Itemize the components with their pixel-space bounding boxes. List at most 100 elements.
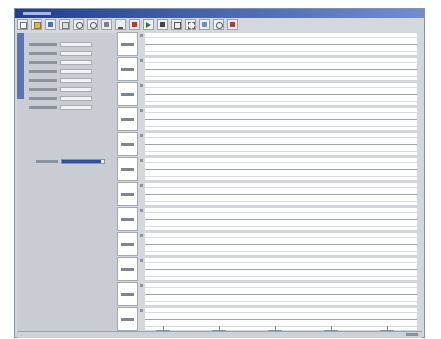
toolbar-button-9[interactable] [129, 19, 140, 30]
toolbar-button-1[interactable] [17, 19, 28, 30]
channel-row-1 [117, 32, 417, 57]
trace-line-4 [145, 119, 417, 120]
trace-line-8 [145, 219, 417, 220]
toolbar-button-8[interactable] [115, 19, 126, 30]
trace-line-1 [145, 44, 417, 45]
trace-soft-line-4 [145, 76, 417, 77]
parameter-label-7 [29, 97, 57, 100]
setting-label [36, 160, 58, 163]
scale-placeholder [140, 84, 143, 87]
zoom-in-icon [76, 22, 83, 29]
parameter-value-1 [60, 42, 92, 47]
channel-label-8[interactable] [117, 207, 138, 231]
channel-label-placeholder [121, 43, 134, 46]
trace-soft-line-18 [145, 251, 417, 252]
trace-line-9 [145, 244, 417, 245]
trace-soft-line-22 [145, 301, 417, 302]
parameter-label-5 [29, 79, 57, 82]
measure-icon [118, 22, 123, 29]
main-toolbar [17, 19, 422, 31]
trace-9[interactable] [145, 232, 417, 256]
channel-label-4[interactable] [117, 107, 138, 131]
left-panel [17, 33, 117, 335]
trace-soft-line-19 [145, 262, 417, 263]
channel-label-placeholder [121, 118, 134, 121]
channel-label-12[interactable] [117, 307, 138, 331]
trace-11[interactable] [145, 282, 417, 306]
toolbar-button-11[interactable] [157, 19, 168, 30]
channel-label-placeholder [121, 318, 134, 321]
parameter-value-5 [60, 78, 92, 83]
stop-icon [160, 22, 165, 27]
trace-soft-line-15 [145, 212, 417, 213]
trace-3[interactable] [145, 82, 417, 106]
channel-label-placeholder [121, 218, 134, 221]
toolbar-button-6[interactable] [87, 19, 98, 30]
toolbar-button-14[interactable] [199, 19, 210, 30]
trace-6[interactable] [145, 157, 417, 181]
channel-label-6[interactable] [117, 157, 138, 181]
parameter-value-8 [60, 105, 92, 110]
channel-label-11[interactable] [117, 282, 138, 306]
scale-placeholder [140, 34, 143, 37]
parameter-label-3 [29, 61, 57, 64]
trace-7[interactable] [145, 182, 417, 206]
scale-placeholder [140, 284, 143, 287]
parameter-value-2 [60, 51, 92, 56]
setting-slider[interactable] [61, 159, 105, 164]
channel-label-3[interactable] [117, 82, 138, 106]
trace-8[interactable] [145, 207, 417, 231]
trace-soft-line-2 [145, 51, 417, 52]
scale-placeholder [140, 109, 143, 112]
parameter-label-2 [29, 52, 57, 55]
side-tab[interactable] [17, 33, 24, 99]
toolbar-button-5[interactable] [73, 19, 84, 30]
channel-label-7[interactable] [117, 182, 138, 206]
trace-10[interactable] [145, 257, 417, 281]
trace-soft-line-6 [145, 101, 417, 102]
open-icon [34, 22, 41, 29]
toolbar-button-7[interactable] [101, 19, 112, 30]
trace-5[interactable] [145, 132, 417, 156]
channel-label-5[interactable] [117, 132, 138, 156]
channel-row-11 [117, 282, 417, 307]
window-titlebar[interactable] [15, 9, 424, 18]
trace-line-12 [145, 319, 417, 320]
trace-line-7 [145, 194, 417, 195]
toolbar-button-4[interactable] [59, 19, 70, 30]
trace-line-2 [145, 69, 417, 70]
trace-soft-line-16 [145, 226, 417, 227]
toolbar-button-16[interactable] [227, 19, 238, 30]
trace-2[interactable] [145, 57, 417, 81]
trace-soft-line-5 [145, 87, 417, 88]
trace-1[interactable] [145, 32, 417, 56]
toolbar-button-3[interactable] [45, 19, 56, 30]
channel-label-9[interactable] [117, 232, 138, 256]
parameter-label-1 [29, 43, 57, 46]
channel-label-1[interactable] [117, 32, 138, 56]
channel-label-placeholder [121, 168, 134, 171]
trace-4[interactable] [145, 107, 417, 131]
channel-row-4 [117, 107, 417, 132]
settings-icon [174, 22, 181, 29]
toolbar-button-12[interactable] [171, 19, 182, 30]
toolbar-button-10[interactable] [143, 19, 154, 30]
parameter-label-6 [29, 88, 57, 91]
scale-placeholder [140, 184, 143, 187]
channel-label-2[interactable] [117, 57, 138, 81]
help-icon [216, 22, 223, 29]
app-window [14, 8, 425, 338]
channel-row-3 [117, 82, 417, 107]
channel-label-placeholder [121, 143, 134, 146]
play-icon [146, 22, 151, 28]
trace-soft-line-14 [145, 201, 417, 202]
export-icon [202, 22, 207, 27]
toolbar-button-15[interactable] [213, 19, 224, 30]
toolbar-button-13[interactable] [185, 19, 196, 30]
status-text-placeholder [406, 333, 418, 336]
channel-label-10[interactable] [117, 257, 138, 281]
trace-soft-line-13 [145, 187, 417, 188]
channel-label-placeholder [121, 93, 134, 96]
channel-row-5 [117, 132, 417, 157]
toolbar-button-2[interactable] [31, 19, 42, 30]
